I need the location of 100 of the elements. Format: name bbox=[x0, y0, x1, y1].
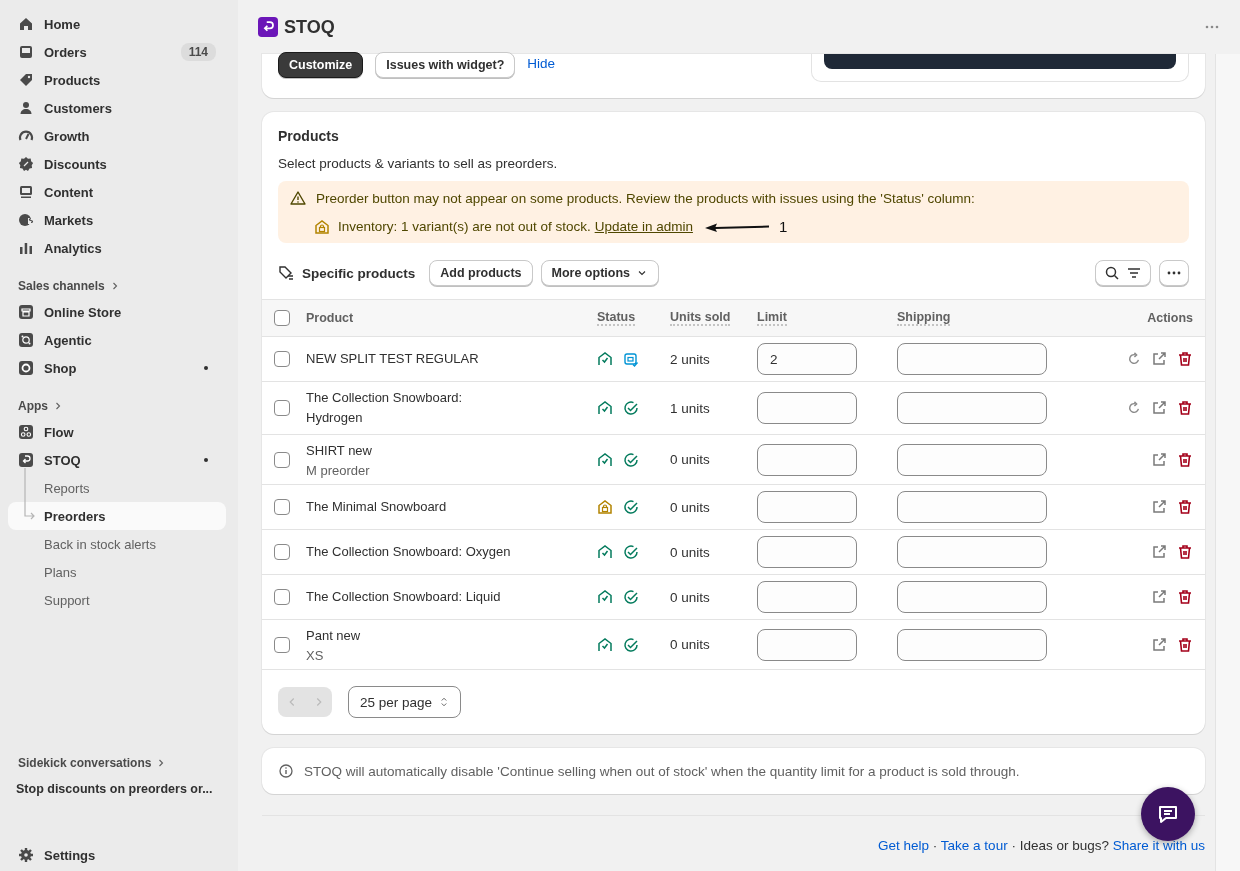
nav-item[interactable]: Home bbox=[8, 10, 226, 38]
conversation-link[interactable]: Stop discounts on preorders or... bbox=[8, 775, 226, 803]
shipping-field[interactable] bbox=[897, 443, 1047, 476]
external-link-icon[interactable] bbox=[1151, 544, 1167, 560]
column-header: Units sold bbox=[670, 310, 731, 326]
shipping-field[interactable] bbox=[897, 491, 1047, 523]
nav-item[interactable]: Agentic bbox=[8, 326, 226, 354]
delete-icon[interactable] bbox=[1177, 499, 1193, 515]
warning-message: Preorder button may not appear on some products. Review the products with issues using the 'Status' column: bbox=[316, 190, 975, 206]
info-text: STOQ will automatically disable 'Continue selling when out of stock' when the quantity limit for a product is sold through. bbox=[304, 763, 1020, 779]
external-link-icon[interactable] bbox=[1151, 636, 1167, 653]
nav-item[interactable]: Markets bbox=[8, 206, 226, 234]
limit-field[interactable] bbox=[757, 628, 857, 661]
external-link-icon[interactable] bbox=[1151, 351, 1167, 367]
refresh-icon[interactable] bbox=[1127, 352, 1141, 366]
nav-item[interactable]: Shop bbox=[8, 354, 226, 382]
info-icon bbox=[278, 763, 294, 779]
filter-icon bbox=[1126, 265, 1142, 281]
row-checkbox[interactable] bbox=[274, 451, 290, 468]
hide-link[interactable]: Hide bbox=[527, 56, 556, 71]
nav-item[interactable]: STOQ bbox=[8, 446, 226, 474]
delete-icon[interactable] bbox=[1177, 544, 1193, 560]
shipping-field[interactable] bbox=[897, 581, 1047, 613]
external-link-icon[interactable] bbox=[1151, 400, 1167, 416]
limit-field[interactable] bbox=[757, 392, 857, 424]
row-checkbox[interactable] bbox=[274, 636, 290, 653]
add-products-button[interactable]: Add products bbox=[429, 260, 533, 286]
row-checkbox[interactable] bbox=[274, 499, 290, 515]
chat-button[interactable] bbox=[1141, 787, 1195, 841]
shipping-field[interactable] bbox=[897, 343, 1047, 375]
more-actions-button[interactable] bbox=[1159, 260, 1189, 286]
external-link-icon[interactable] bbox=[1151, 451, 1167, 468]
nav-subitem[interactable]: Support bbox=[8, 586, 226, 614]
nav-item[interactable]: Products bbox=[8, 66, 226, 94]
shipping-field[interactable] bbox=[897, 628, 1047, 661]
bar-chart-icon bbox=[18, 240, 34, 256]
card-title: Products bbox=[277, 128, 340, 144]
external-link-icon[interactable] bbox=[1151, 499, 1167, 515]
footer-link[interactable]: Take a tour bbox=[940, 838, 1008, 853]
units-sold: 0 units bbox=[670, 499, 711, 515]
inbox-icon bbox=[18, 44, 34, 60]
delete-icon[interactable] bbox=[1177, 451, 1193, 468]
delete-icon[interactable] bbox=[1177, 589, 1193, 605]
refresh-icon[interactable] bbox=[1127, 401, 1141, 415]
nav-item[interactable]: Online Store bbox=[8, 298, 226, 326]
house-check-icon bbox=[597, 636, 613, 653]
row-checkbox[interactable] bbox=[274, 589, 290, 605]
limit-field[interactable] bbox=[757, 491, 857, 523]
select-all-checkbox[interactable] bbox=[274, 310, 290, 326]
limit-field[interactable] bbox=[757, 581, 857, 613]
issues-button[interactable]: Issues with widget? bbox=[375, 52, 516, 78]
check-circle-icon bbox=[623, 499, 639, 515]
search-filter-button[interactable] bbox=[1095, 260, 1151, 286]
nav-item[interactable]: Orders 114 bbox=[8, 38, 226, 66]
nav-subitem[interactable]: Plans bbox=[8, 558, 226, 586]
section-heading[interactable]: Sales channels bbox=[8, 274, 226, 298]
app-logo-icon bbox=[258, 17, 278, 37]
footer-text: Get help · Take a tour · Ideas or bugs? Share it with us bbox=[878, 838, 1205, 853]
customize-button[interactable]: Customize bbox=[278, 52, 364, 78]
settings-icon bbox=[18, 847, 34, 863]
update-link[interactable]: Update in admin bbox=[594, 219, 693, 234]
nav-subitem[interactable]: Preorders bbox=[8, 502, 226, 530]
issue-text: Inventory: 1 variant(s) are not out of stock. Update in admin bbox=[338, 219, 693, 234]
nav-item[interactable]: Customers bbox=[8, 94, 226, 122]
nav-item[interactable]: Content bbox=[8, 178, 226, 206]
limit-field[interactable] bbox=[757, 443, 857, 476]
annotation-arrow bbox=[704, 221, 769, 232]
settings-item[interactable]: Settings bbox=[8, 841, 226, 869]
house-lock-icon bbox=[314, 218, 330, 235]
house-check-icon bbox=[597, 400, 613, 416]
section-heading[interactable]: Sidekick conversations bbox=[8, 751, 226, 775]
footer-link[interactable]: Share it with us bbox=[1112, 838, 1205, 853]
house-lock-icon bbox=[597, 499, 613, 515]
delete-icon[interactable] bbox=[1177, 636, 1193, 653]
footer-link[interactable]: Get help bbox=[878, 838, 930, 853]
card-subtitle: Select products & variants to sell as preorders. bbox=[277, 156, 559, 171]
more-options-button[interactable]: More options bbox=[540, 260, 659, 286]
external-link-icon[interactable] bbox=[1151, 589, 1167, 605]
limit-field[interactable]: 2 bbox=[757, 343, 857, 375]
nav-item[interactable]: Analytics bbox=[8, 234, 226, 262]
shipping-field[interactable] bbox=[897, 392, 1047, 424]
per-page-select[interactable]: 25 per page bbox=[348, 686, 462, 718]
selection-label: Specific products bbox=[302, 265, 416, 281]
section-heading[interactable]: Apps bbox=[8, 394, 226, 418]
column-header: Status bbox=[597, 310, 636, 326]
units-sold: 0 units bbox=[670, 544, 711, 560]
units-sold: 1 units bbox=[670, 400, 711, 416]
row-checkbox[interactable] bbox=[274, 400, 290, 416]
delete-icon[interactable] bbox=[1177, 400, 1193, 416]
nav-subitem[interactable]: Back in stock alerts bbox=[8, 530, 226, 558]
nav-subitem[interactable]: Reports bbox=[8, 474, 226, 502]
limit-field[interactable] bbox=[757, 536, 857, 568]
nav-item[interactable]: Flow bbox=[8, 418, 226, 446]
shipping-field[interactable] bbox=[897, 536, 1047, 568]
nav-item[interactable]: Growth bbox=[8, 122, 226, 150]
nav-item[interactable]: Discounts bbox=[8, 150, 226, 178]
row-checkbox[interactable] bbox=[274, 351, 290, 367]
delete-icon[interactable] bbox=[1177, 351, 1193, 367]
calendar-check-icon bbox=[623, 351, 639, 367]
row-checkbox[interactable] bbox=[274, 544, 290, 560]
